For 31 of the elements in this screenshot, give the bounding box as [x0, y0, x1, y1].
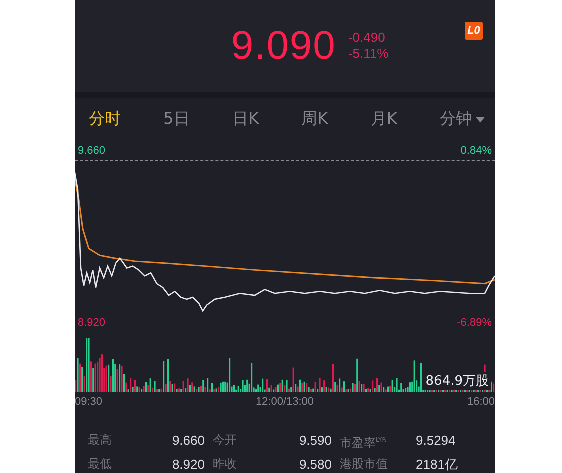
stock-price: 9.090: [231, 26, 336, 66]
stat-value: 9.590: [298, 432, 332, 450]
stat-value: 8.920: [171, 456, 205, 473]
chart-tab[interactable]: 5日: [162, 107, 192, 132]
stat-value: 2181亿: [415, 456, 459, 473]
chart-tab[interactable]: 月K: [368, 107, 400, 132]
price-change: -0.490: [348, 30, 386, 46]
caret-icon: [476, 116, 485, 123]
axis-label: 8.920: [78, 317, 106, 330]
volume-label: 864.9万股: [424, 372, 491, 390]
stat-label: 港股市值: [339, 456, 389, 473]
stat-value: 9.5294: [415, 432, 457, 450]
chart-tab[interactable]: 分钟: [438, 107, 487, 132]
time-label: 12:00/13:00: [256, 396, 314, 408]
axis-label: 9.660: [78, 145, 106, 158]
stat-label: 最高: [88, 432, 113, 449]
chart-tab[interactable]: 分时: [87, 107, 123, 132]
stat-label: 昨收: [212, 456, 238, 473]
stat-label: 最低: [88, 456, 113, 473]
level-badge[interactable]: L0: [465, 22, 483, 40]
time-label: 16:00: [467, 396, 495, 408]
axis-label: -6.89%: [457, 317, 492, 330]
chart-tab[interactable]: 日K: [230, 107, 261, 132]
stat-label: 市盈率$^{LYR}$: [339, 435, 388, 452]
stat-value: 9.660: [171, 432, 205, 450]
percent-change: -5.11%: [348, 46, 389, 62]
axis-label: 0.84%: [460, 145, 492, 158]
stat-value: 9.580: [298, 456, 332, 473]
stat-label: 今开: [212, 432, 238, 449]
time-label: 09:30: [75, 396, 103, 408]
chart-tab[interactable]: 周K: [300, 107, 330, 132]
